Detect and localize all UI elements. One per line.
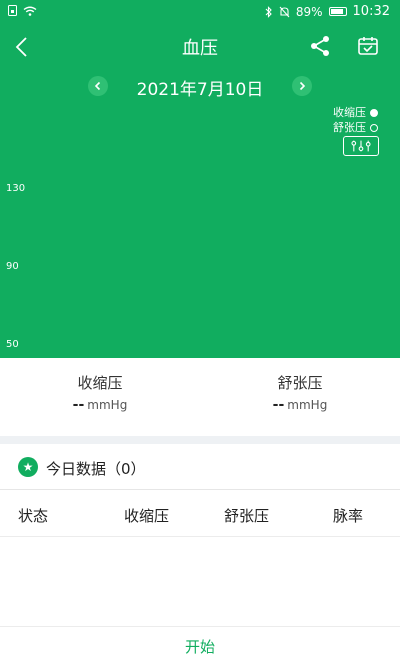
page-title: 血压: [182, 38, 218, 59]
calendar-icon[interactable]: [356, 34, 380, 58]
chevron-right-icon: [299, 81, 306, 91]
table-header: 状态 收缩压 舒张压 脉率: [0, 491, 400, 537]
y-tick-label: 130: [6, 183, 26, 194]
reading-summary: 收缩压 -- mmHg 舒张压 -- mmHg: [0, 358, 400, 436]
diastolic-summary: 舒张压 -- mmHg: [200, 372, 400, 413]
legend-systolic-dot: [370, 108, 378, 117]
systolic-value: -- mmHg: [72, 397, 128, 413]
share-icon[interactable]: [308, 34, 332, 58]
current-date: 2021年7月10日: [136, 80, 264, 100]
star-icon: ★: [18, 457, 38, 477]
section-divider: [0, 436, 400, 444]
mute-bell-icon: [279, 6, 290, 17]
sim-icon: [8, 5, 17, 16]
column-header-status: 状态: [18, 507, 49, 525]
today-data-header: ★ 今日数据（0）: [0, 444, 400, 490]
column-header-diastolic: 舒张压: [224, 507, 270, 525]
start-button[interactable]: 开始: [0, 636, 400, 657]
filter-slider-icon[interactable]: [343, 136, 379, 156]
systolic-label: 收缩压: [77, 374, 123, 392]
status-bar: 89% 10:32: [0, 0, 400, 24]
today-data-label: 今日数据（0）: [46, 460, 146, 478]
bottom-bar: 开始: [0, 626, 400, 660]
y-tick-label: 50: [6, 339, 19, 350]
date-navigation: 2021年7月10日: [0, 76, 400, 100]
diastolic-label: 舒张压: [277, 374, 323, 392]
diastolic-value: -- mmHg: [272, 397, 328, 413]
title-bar: 血压: [0, 28, 400, 66]
systolic-summary: 收缩压 -- mmHg: [0, 372, 200, 413]
clock: 10:32: [352, 4, 390, 19]
column-header-pulse: 脉率: [333, 507, 364, 525]
wifi-icon: [23, 6, 37, 16]
column-header-systolic: 收缩压: [124, 507, 170, 525]
battery-percent: 89%: [295, 4, 323, 19]
battery-icon: [328, 7, 347, 16]
y-tick-label: 90: [6, 261, 19, 272]
next-date-button[interactable]: [292, 76, 312, 96]
legend-diastolic-label: 舒张压: [333, 121, 366, 134]
legend-diastolic-dot: [370, 123, 378, 132]
chart-legend: 收缩压 舒张压: [333, 105, 378, 135]
chart-area: 89% 10:32 血压 2021年7月10日 收缩压 舒张压 130 90 5…: [0, 0, 400, 358]
legend-systolic-label: 收缩压: [333, 106, 366, 119]
bluetooth-icon: [265, 5, 272, 18]
